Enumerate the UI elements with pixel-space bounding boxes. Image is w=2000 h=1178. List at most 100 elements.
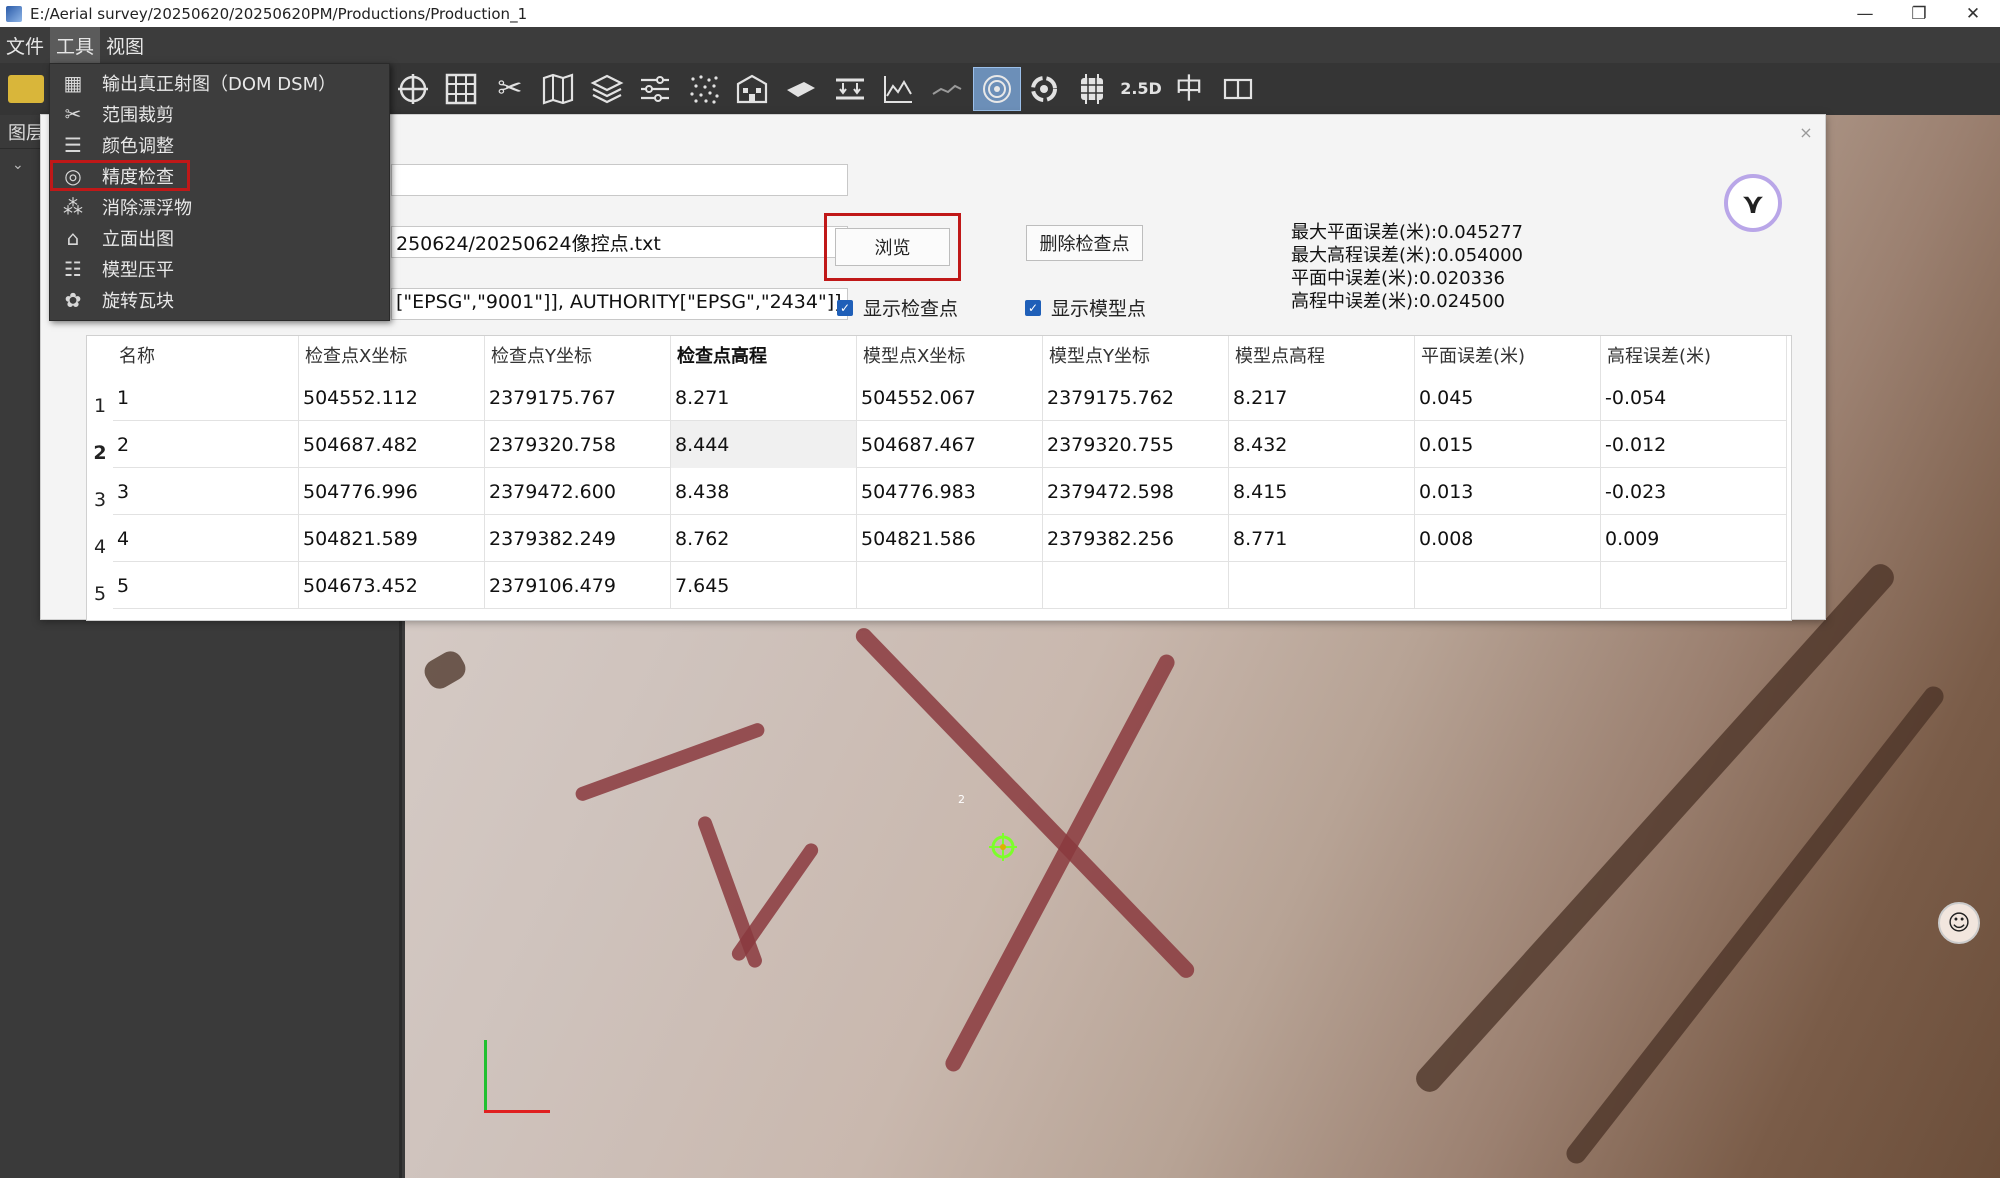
- cell[interactable]: 504673.452: [299, 562, 485, 609]
- cell[interactable]: 4: [113, 515, 299, 562]
- header-model-y[interactable]: 模型点Y坐标: [1043, 336, 1229, 374]
- cell[interactable]: 7.645: [671, 562, 857, 609]
- row-index[interactable]: 4: [87, 515, 113, 562]
- layers-icon[interactable]: [587, 69, 627, 109]
- cell[interactable]: 8.217: [1229, 374, 1415, 421]
- cell[interactable]: 504776.983: [857, 468, 1043, 515]
- menu-item-facade-output[interactable]: ⌂ 立面出图: [50, 222, 389, 253]
- assistant-avatar-icon[interactable]: ☺: [1938, 902, 1980, 944]
- cell[interactable]: 0.008: [1415, 515, 1601, 562]
- sliders-icon[interactable]: [635, 69, 675, 109]
- cell[interactable]: 8.771: [1229, 515, 1415, 562]
- line-icon[interactable]: [927, 69, 967, 109]
- browse-button[interactable]: 浏览: [835, 228, 950, 266]
- chevron-down-icon[interactable]: ⌄: [12, 157, 24, 173]
- menu-item-color-adjust[interactable]: ☰ 颜色调整: [50, 129, 389, 160]
- menu-item-clip[interactable]: ✂ 范围裁剪: [50, 98, 389, 129]
- facade-icon[interactable]: [732, 69, 772, 109]
- rotate-icon[interactable]: [1024, 69, 1064, 109]
- project-field[interactable]: [391, 164, 848, 196]
- cell[interactable]: 504687.482: [299, 421, 485, 468]
- cell[interactable]: 1: [113, 374, 299, 421]
- table-row[interactable]: 1 504552.112 2379175.767 8.271 504552.06…: [113, 374, 1787, 421]
- menu-item-export-dom[interactable]: ▦ 输出真正射图（DOM DSM）: [50, 67, 389, 98]
- tile-icon[interactable]: [1072, 69, 1112, 109]
- menu-item-flatten[interactable]: ☷ 模型压平: [50, 253, 389, 284]
- cell[interactable]: 8.762: [671, 515, 857, 562]
- menu-item-rotate-tiles[interactable]: ✿ 旋转瓦块: [50, 284, 389, 315]
- menu-tools[interactable]: 工具: [50, 27, 101, 63]
- cell[interactable]: [1601, 562, 1787, 609]
- cell[interactable]: [1043, 562, 1229, 609]
- cell[interactable]: 2379175.767: [485, 374, 671, 421]
- cell[interactable]: 504776.996: [299, 468, 485, 515]
- cell[interactable]: 0.009: [1601, 515, 1787, 562]
- cell[interactable]: 504821.589: [299, 515, 485, 562]
- table-row[interactable]: 4 504821.589 2379382.249 8.762 504821.58…: [113, 515, 1787, 562]
- cell[interactable]: 504552.067: [857, 374, 1043, 421]
- cell[interactable]: 2: [113, 421, 299, 468]
- 25d-icon[interactable]: 2.5D: [1119, 69, 1163, 109]
- cell[interactable]: 2379382.256: [1043, 515, 1229, 562]
- cell[interactable]: 5: [113, 562, 299, 609]
- header-check-x[interactable]: 检查点X坐标: [299, 336, 485, 374]
- menu-item-accuracy-check[interactable]: ◎ 精度检查: [50, 160, 190, 191]
- row-index[interactable]: 5: [87, 562, 113, 609]
- row-index[interactable]: 3: [87, 468, 113, 515]
- target-icon[interactable]: [393, 69, 433, 109]
- header-height-error[interactable]: 高程误差(米): [1601, 336, 1787, 374]
- cell[interactable]: -0.023: [1601, 468, 1787, 515]
- menu-item-remove-floaters[interactable]: ⁂ 消除漂浮物: [50, 191, 389, 222]
- cell[interactable]: 8.438: [671, 468, 857, 515]
- center-icon[interactable]: 中: [1169, 69, 1209, 109]
- checkpoint-file-field[interactable]: 250624/20250624像控点.txt: [391, 226, 848, 258]
- accuracy-icon[interactable]: [973, 67, 1021, 111]
- table-row[interactable]: 3 504776.996 2379472.600 8.438 504776.98…: [113, 468, 1787, 515]
- menu-view[interactable]: 视图: [100, 27, 150, 63]
- cell[interactable]: 0.015: [1415, 421, 1601, 468]
- header-plane-error[interactable]: 平面误差(米): [1415, 336, 1601, 374]
- cell[interactable]: 504552.112: [299, 374, 485, 421]
- delete-checkpoint-button[interactable]: 删除检查点: [1026, 225, 1143, 261]
- scissors-icon[interactable]: ✂: [490, 69, 530, 109]
- header-check-y[interactable]: 检查点Y坐标: [485, 336, 671, 374]
- check-point-marker-icon[interactable]: [989, 833, 1017, 861]
- cell[interactable]: 0.045: [1415, 374, 1601, 421]
- menu-file[interactable]: 文件: [0, 27, 50, 63]
- split-icon[interactable]: [1218, 69, 1258, 109]
- show-model-points-checkbox[interactable]: ✓ 显示模型点: [1025, 294, 1146, 321]
- table-row[interactable]: 2 504687.482 2379320.758 8.444 504687.46…: [113, 421, 1787, 468]
- cell[interactable]: 2379175.762: [1043, 374, 1229, 421]
- noise-icon[interactable]: [684, 69, 724, 109]
- coordinate-system-field[interactable]: ["EPSG","9001"]], AUTHORITY["EPSG","2434…: [391, 288, 848, 320]
- header-check-z[interactable]: 检查点高程: [671, 336, 857, 374]
- cell[interactable]: [1229, 562, 1415, 609]
- cell-selected[interactable]: 8.444: [671, 421, 857, 468]
- compress-icon[interactable]: [830, 69, 870, 109]
- dialog-close-button[interactable]: ×: [1795, 121, 1817, 143]
- cell[interactable]: 8.271: [671, 374, 857, 421]
- cell[interactable]: -0.054: [1601, 374, 1787, 421]
- cell[interactable]: -0.012: [1601, 421, 1787, 468]
- grid-icon[interactable]: [441, 69, 481, 109]
- cell[interactable]: [1415, 562, 1601, 609]
- cell[interactable]: [857, 562, 1043, 609]
- cell[interactable]: 8.432: [1229, 421, 1415, 468]
- open-folder-icon[interactable]: [8, 75, 44, 103]
- cell[interactable]: 2379472.600: [485, 468, 671, 515]
- row-index[interactable]: 2: [87, 421, 113, 468]
- cell[interactable]: 504687.467: [857, 421, 1043, 468]
- table-row[interactable]: 5 504673.452 2379106.479 7.645: [113, 562, 1787, 609]
- cell[interactable]: 0.013: [1415, 468, 1601, 515]
- row-index[interactable]: 1: [87, 374, 113, 421]
- chart-icon[interactable]: [878, 69, 918, 109]
- minimize-button[interactable]: —: [1838, 0, 1892, 27]
- flatten-icon[interactable]: [781, 69, 821, 109]
- cell[interactable]: 504821.586: [857, 515, 1043, 562]
- header-model-x[interactable]: 模型点X坐标: [857, 336, 1043, 374]
- cell[interactable]: 2379472.598: [1043, 468, 1229, 515]
- cell[interactable]: 3: [113, 468, 299, 515]
- cell[interactable]: 2379320.755: [1043, 421, 1229, 468]
- maximize-button[interactable]: ❐: [1892, 0, 1946, 27]
- header-model-z[interactable]: 模型点高程: [1229, 336, 1415, 374]
